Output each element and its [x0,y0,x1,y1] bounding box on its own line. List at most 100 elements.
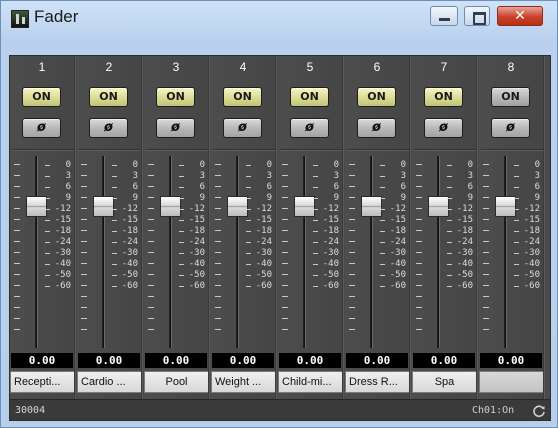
channel-strip-4: 4 ON ø 0 3 6 9 -12 -15 -18 -24 -30 -40 -50 -60 0.00 Weig… [211,56,277,399]
fader-ticks [416,164,422,340]
fader-knob[interactable] [93,196,114,217]
phase-invert-button[interactable]: ø [89,118,128,138]
fader-scale: 0 3 6 9 -12 -15 -18 -24 -30 -40 -50 -60 [112,160,140,344]
on-button[interactable]: ON [491,87,530,107]
fader-knob[interactable] [26,196,47,217]
scale-label: -24 [246,237,274,248]
scale-label: 9 [246,193,274,204]
channel-number: 5 [306,60,314,74]
scale-label: -50 [179,270,207,281]
channel-name[interactable]: Pool [144,371,209,393]
channel-name[interactable]: Child-mi... [278,371,343,393]
scale-label: 9 [313,193,341,204]
scale-label: -40 [447,259,475,270]
scale-label: -15 [246,215,274,226]
phase-invert-button[interactable]: ø [424,118,463,138]
fader-knob[interactable] [361,196,382,217]
fader[interactable]: 0 3 6 9 -12 -15 -18 -24 -30 -40 -50 -60 [148,156,206,352]
scale-label: 6 [45,182,73,193]
scale-label: -40 [313,259,341,270]
fader-knob[interactable] [160,196,181,217]
channel-name[interactable]: Dress R... [345,371,410,393]
channel-strip-7: 7 ON ø 0 3 6 9 -12 -15 -18 -24 -30 -40 -50 -60 0.00 Spa [412,56,478,399]
phase-invert-button[interactable]: ø [290,118,329,138]
scale-label: -12 [45,204,73,215]
fader[interactable]: 0 3 6 9 -12 -15 -18 -24 -30 -40 -50 -60 [81,156,139,352]
on-button[interactable]: ON [424,87,463,107]
phase-invert-button[interactable]: ø [357,118,396,138]
scale-label: 6 [246,182,274,193]
scale-label: 0 [447,160,475,171]
scale-label: -18 [313,226,341,237]
scale-label: -24 [179,237,207,248]
channel-number: 7 [440,60,448,74]
scale-label: -50 [447,270,475,281]
on-button[interactable]: ON [89,87,128,107]
on-button[interactable]: ON [22,87,61,107]
scale-label: -30 [179,248,207,259]
scale-label: -12 [112,204,140,215]
scale-label: -40 [112,259,140,270]
scale-label: -40 [246,259,274,270]
level-readout: 0.00 [480,353,542,368]
channel-strip-3: 3 ON ø 0 3 6 9 -12 -15 -18 -24 -30 -40 -50 -60 0.00 Pool [144,56,210,399]
scale-label: 3 [45,171,73,182]
channel-name[interactable]: Spa [412,371,477,393]
channel-number: 1 [38,60,46,74]
fader-track [35,156,38,348]
scale-label: -18 [246,226,274,237]
channel-number: 8 [507,60,515,74]
fader[interactable]: 0 3 6 9 -12 -15 -18 -24 -30 -40 -50 -60 [14,156,72,352]
maximize-button[interactable] [464,6,490,26]
fader-knob[interactable] [495,196,516,217]
fader-scale: 0 3 6 9 -12 -15 -18 -24 -30 -40 -50 -60 [246,160,274,344]
scale-label: -60 [380,281,408,292]
channel-name[interactable]: Cardio ... [77,371,142,393]
scale-label: -60 [514,281,542,292]
fader[interactable]: 0 3 6 9 -12 -15 -18 -24 -30 -40 -50 -60 [349,156,407,352]
title-bar[interactable]: Fader ✕ [1,1,557,35]
fader[interactable]: 0 3 6 9 -12 -15 -18 -24 -30 -40 -50 -60 [483,156,541,352]
fader-track [303,156,306,348]
scale-label: 6 [514,182,542,193]
close-button[interactable]: ✕ [497,6,543,26]
scale-label: 9 [514,193,542,204]
on-button[interactable]: ON [156,87,195,107]
status-id: 30004 [15,405,46,416]
scale-label: -30 [313,248,341,259]
phase-invert-button[interactable]: ø [156,118,195,138]
fader-ticks [349,164,355,340]
fader-knob[interactable] [428,196,449,217]
scale-label: 0 [112,160,140,171]
channel-name[interactable] [479,371,544,393]
window-title: Fader [34,7,79,26]
fader[interactable]: 0 3 6 9 -12 -15 -18 -24 -30 -40 -50 -60 [416,156,474,352]
fader-knob[interactable] [227,196,248,217]
scale-label: 0 [246,160,274,171]
fader[interactable]: 0 3 6 9 -12 -15 -18 -24 -30 -40 -50 -60 [215,156,273,352]
channel-strip-1: 1 ON ø 0 3 6 9 -12 -15 -18 -24 -30 -40 -50 -60 0.00 Rece… [10,56,76,399]
scale-label: -60 [179,281,207,292]
scale-label: -40 [45,259,73,270]
scale-label: -15 [514,215,542,226]
level-readout: 0.00 [279,353,341,368]
strip-divider [481,149,543,151]
on-button[interactable]: ON [357,87,396,107]
on-button[interactable]: ON [290,87,329,107]
scale-label: -50 [313,270,341,281]
scale-label: 9 [380,193,408,204]
scale-label: -18 [447,226,475,237]
refresh-icon[interactable] [532,404,546,418]
channel-name[interactable]: Weight ... [211,371,276,393]
channel-number: 6 [373,60,381,74]
fader-panel: 1 ON ø 0 3 6 9 -12 -15 -18 -24 -30 -40 -50 -60 0.00 Rece… [9,55,551,421]
phase-invert-button[interactable]: ø [22,118,61,138]
phase-invert-button[interactable]: ø [223,118,262,138]
on-button[interactable]: ON [223,87,262,107]
phase-invert-button[interactable]: ø [491,118,530,138]
fader[interactable]: 0 3 6 9 -12 -15 -18 -24 -30 -40 -50 -60 [282,156,340,352]
fader-knob[interactable] [294,196,315,217]
channel-name[interactable]: Recepti... [10,371,75,393]
status-channel: Ch01:On [472,405,515,416]
minimize-button[interactable] [430,6,458,26]
